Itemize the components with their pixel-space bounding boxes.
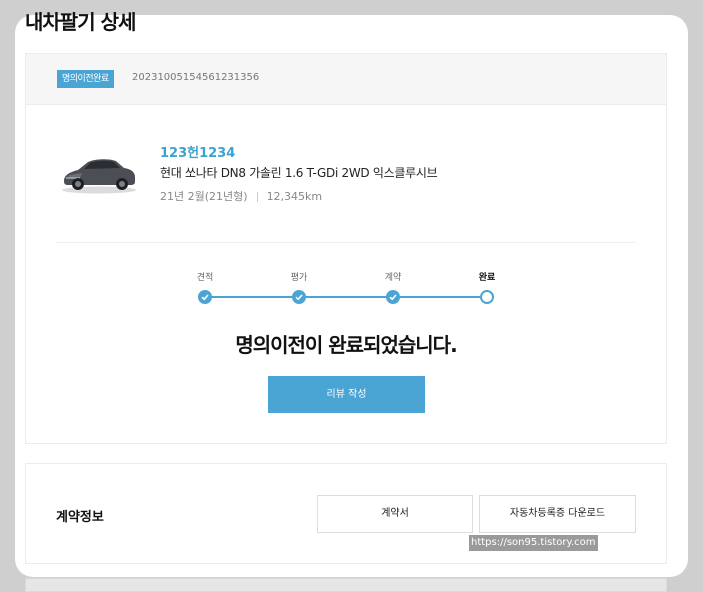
step-label-appraisal: 평가: [290, 273, 308, 283]
car-registration-date: 21년 2월(21년형): [160, 190, 248, 203]
step-label-complete: 완료: [478, 273, 496, 283]
contract-document-button[interactable]: 계약서: [317, 495, 473, 533]
step-check-icon: [198, 290, 212, 304]
step-check-icon: [292, 290, 306, 304]
step-label-contract: 계약: [384, 273, 402, 283]
section-divider: [56, 242, 636, 243]
page-title: 내차팔기 상세: [25, 10, 136, 34]
sale-detail-panel: 명의이전완료 20231005154561231356 123헌1234 현대 …: [25, 53, 667, 444]
completion-message: 명의이전이 완료되었습니다.: [235, 333, 457, 357]
car-mileage: 12,345km: [266, 190, 323, 203]
step-current-icon: [480, 290, 494, 304]
car-model-name: 현대 쏘나타 DN8 가솔린 1.6 T-GDi 2WD 익스클루시브: [160, 166, 438, 180]
registration-download-button[interactable]: 자동차등록증 다운로드: [479, 495, 636, 533]
progress-line: [205, 296, 487, 298]
meta-separator: [256, 192, 258, 202]
next-section-edge: [25, 578, 667, 592]
car-plate-number: 123헌1234: [160, 146, 236, 161]
watermark-url: https://son95.tistory.com: [469, 535, 598, 551]
step-label-estimate: 견적: [196, 273, 214, 283]
order-number: 20231005154561231356: [132, 72, 260, 83]
contract-info-title: 계약정보: [56, 510, 104, 525]
car-image: [60, 151, 138, 199]
write-review-button[interactable]: 리뷰 작성: [268, 376, 425, 413]
status-badge: 명의이전완료: [57, 70, 114, 88]
step-check-icon: [386, 290, 400, 304]
order-header: 명의이전완료 20231005154561231356: [26, 54, 666, 105]
car-meta: 21년 2월(21년형) 12,345km: [160, 188, 322, 204]
